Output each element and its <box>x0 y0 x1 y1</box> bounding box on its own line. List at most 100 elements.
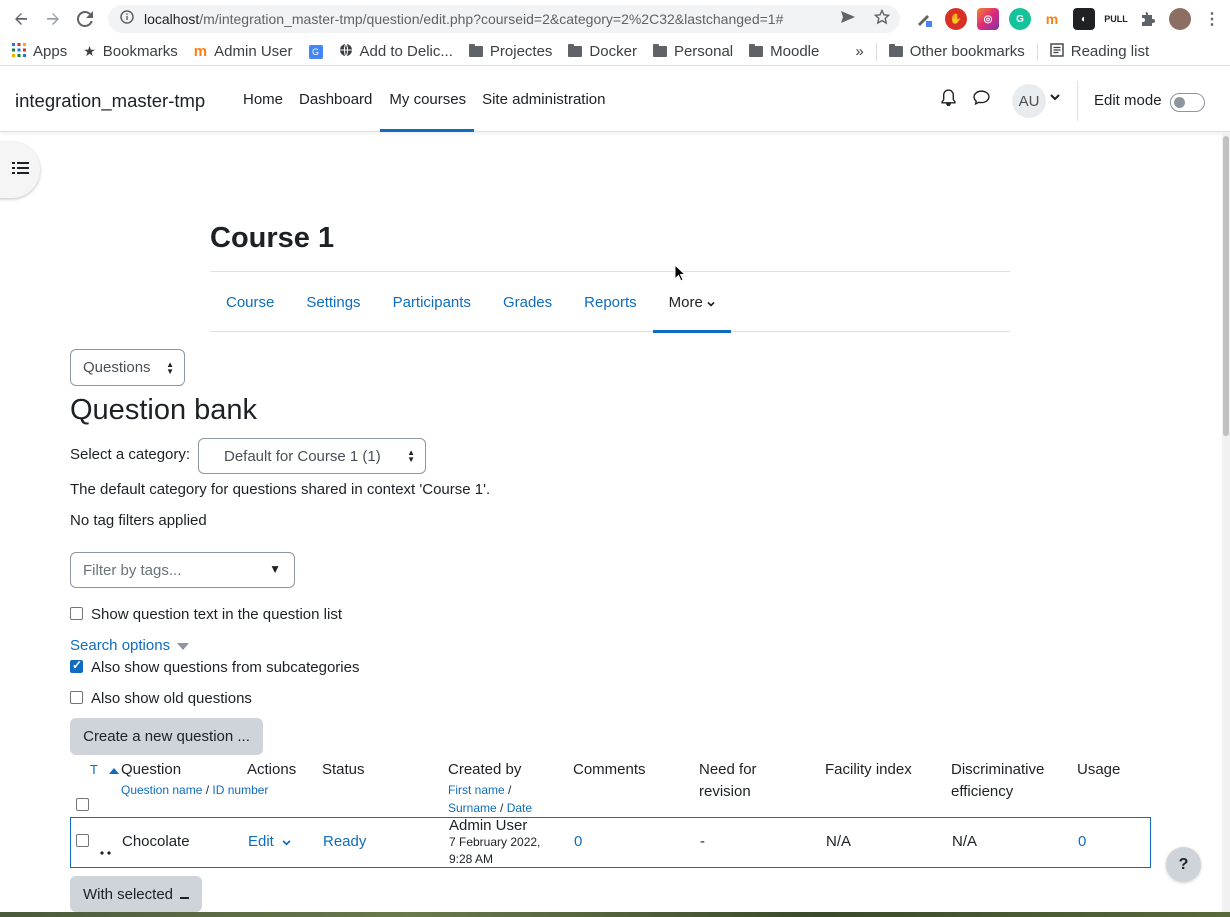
moodle-icon: m <box>193 43 208 60</box>
tab-more-label: More <box>668 293 703 311</box>
bookmark-folder-projectes[interactable]: Projectes <box>461 43 561 60</box>
nav-home[interactable]: Home <box>235 67 291 132</box>
tab-participants[interactable]: Participants <box>377 272 487 332</box>
course-secondary-navigation: Course Settings Participants Grades Repo… <box>210 271 1010 333</box>
reading-list-button[interactable]: Reading list <box>1042 42 1157 61</box>
sort-asc-icon <box>109 761 119 778</box>
bookmark-other-bookmarks[interactable]: Other bookmarks <box>881 43 1033 60</box>
bookmark-delicious[interactable]: Add to Delic... <box>331 43 461 61</box>
edit-action-menu[interactable]: Edit <box>248 833 291 850</box>
facility-index-value: N/A <box>826 833 852 850</box>
folder-icon <box>468 44 483 57</box>
status-dropdown[interactable]: Ready <box>323 833 366 850</box>
bookmark-apps[interactable]: Apps <box>0 42 75 61</box>
chevron-down-icon[interactable] <box>1050 92 1060 104</box>
discriminative-column-header: Discriminative efficiency <box>951 761 1045 800</box>
bookmark-admin-user[interactable]: m Admin User <box>186 43 301 60</box>
send-icon[interactable] <box>840 9 856 29</box>
select-all-checkbox[interactable] <box>76 798 89 811</box>
puzzle-extensions-icon[interactable] <box>1137 8 1159 30</box>
edit-mode-label: Edit mode <box>1094 92 1162 109</box>
edit-mode-toggle[interactable] <box>1170 93 1205 112</box>
edit-action-label: Edit <box>248 833 274 850</box>
tag-filter-input[interactable]: Filter by tags... ▼ <box>70 552 295 588</box>
bookmark-label: Reading list <box>1070 43 1150 60</box>
question-bank-nav-select[interactable]: Questions ▲ ▼ <box>70 349 185 386</box>
created-date-line-1: 7 February 2022, <box>449 835 541 849</box>
folder-icon <box>888 44 903 57</box>
show-question-text-label: Show question text in the question list <box>91 606 342 623</box>
nav-site-administration[interactable]: Site administration <box>474 67 613 132</box>
category-label: Select a category: <box>70 446 191 463</box>
actions-column-header: Actions <box>247 761 297 778</box>
bookmark-folder-moodle[interactable]: Moodle <box>741 43 827 60</box>
create-question-button[interactable]: Create a new question ... <box>70 718 263 755</box>
tab-reports[interactable]: Reports <box>568 272 653 332</box>
site-name[interactable]: integration_master-tmp <box>15 90 205 112</box>
dropdown-triangle-icon[interactable]: ▼ <box>269 562 281 576</box>
subcategories-checkbox[interactable] <box>70 658 83 673</box>
bookmarks-overflow-button[interactable]: » <box>847 43 871 60</box>
sort-first-name-link[interactable]: First name <box>448 783 505 797</box>
sort-id-number-link[interactable]: ID number <box>212 783 268 797</box>
camera-extension-icon[interactable]: ◎ <box>977 8 999 30</box>
help-button[interactable]: ? <box>1166 847 1201 882</box>
drag-handle-icon[interactable] <box>100 842 114 859</box>
address-bar[interactable]: localhost/m/integration_master-tmp/quest… <box>108 5 900 33</box>
sort-surname-link[interactable]: Surname <box>448 801 497 815</box>
tools-extension-icon[interactable] <box>913 8 935 30</box>
category-select[interactable]: Default for Course 1 (1) ▲ ▼ <box>198 438 426 474</box>
sort-date-link[interactable]: Date <box>507 801 532 815</box>
overflow-icon: » <box>855 43 864 60</box>
table-row[interactable] <box>70 817 1151 868</box>
bookmark-label: Personal <box>673 43 734 60</box>
forward-icon[interactable] <box>37 3 69 35</box>
bookmark-folder-personal[interactable]: Personal <box>645 43 741 60</box>
chevron-down-icon <box>707 294 715 311</box>
bookmark-folder-docker[interactable]: Docker <box>560 43 645 60</box>
created-date-line-2: 9:28 AM <box>449 852 494 866</box>
grammarly-extension-icon[interactable]: G <box>1009 8 1031 30</box>
ghost-extension-icon[interactable]: ◐ <box>1073 8 1095 30</box>
reading-list-icon <box>1050 42 1064 61</box>
comments-column-header: Comments <box>573 761 646 778</box>
nav-dashboard[interactable]: Dashboard <box>291 67 380 132</box>
star-icon[interactable] <box>873 8 891 29</box>
tab-more[interactable]: More <box>652 272 732 333</box>
tab-settings[interactable]: Settings <box>290 272 376 332</box>
subcategories-label: Also show questions from subcategories <box>91 659 360 676</box>
back-icon[interactable] <box>5 3 37 35</box>
with-selected-button[interactable]: With selected <box>70 876 202 912</box>
pull-extension-icon[interactable]: PULL <box>1104 8 1128 30</box>
reload-icon[interactable] <box>69 3 101 35</box>
kebab-menu-icon[interactable]: ⋮ <box>1201 8 1223 30</box>
show-question-text-checkbox[interactable] <box>70 607 83 620</box>
chat-icon[interactable] <box>973 89 990 110</box>
bookmark-bookmarks[interactable]: ★ Bookmarks <box>75 43 186 60</box>
bell-icon[interactable] <box>940 89 957 110</box>
bookmark-translate[interactable]: G <box>301 44 331 59</box>
user-avatar[interactable]: AU <box>1012 84 1046 118</box>
old-questions-checkbox[interactable] <box>70 691 83 704</box>
tag-filter-placeholder: Filter by tags... <box>83 561 182 579</box>
profile-avatar-icon[interactable] <box>1169 8 1191 30</box>
moodle-extension-icon[interactable]: m <box>1041 8 1063 30</box>
type-column-header[interactable]: T <box>90 761 98 779</box>
scrollbar-thumb[interactable] <box>1223 136 1229 436</box>
usage-count-link[interactable]: 0 <box>1078 833 1086 850</box>
nav-my-courses[interactable]: My courses <box>380 67 474 132</box>
sort-separator: / <box>202 783 213 797</box>
tab-course[interactable]: Course <box>210 272 290 332</box>
page-scrollbar[interactable] <box>1222 132 1230 917</box>
course-index-drawer-button[interactable] <box>0 142 40 198</box>
info-icon[interactable] <box>120 10 134 28</box>
bookmark-label: Add to Delic... <box>359 43 453 60</box>
creator-name: Admin User <box>449 817 528 834</box>
tab-grades[interactable]: Grades <box>487 272 568 332</box>
created-by-sort-second: Surname / Date <box>448 799 532 817</box>
sort-question-name-link[interactable]: Question name <box>121 783 202 797</box>
hand-extension-icon[interactable]: ✋ <box>945 8 967 30</box>
comments-count-link[interactable]: 0 <box>574 833 582 850</box>
row-checkbox[interactable] <box>76 834 89 847</box>
search-options-toggle[interactable]: Search options <box>70 637 190 654</box>
